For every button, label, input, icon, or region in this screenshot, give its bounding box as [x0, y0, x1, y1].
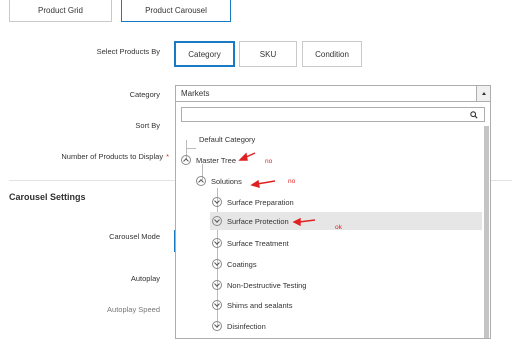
annotation-arrowhead [292, 217, 301, 227]
annotation-arrows [238, 152, 316, 227]
annotation-note: ok [335, 224, 342, 231]
annotation-note: no [288, 178, 296, 185]
annotation-arrow [298, 219, 316, 223]
annotation-arrowhead [250, 179, 260, 188]
annotation-arrowhead [238, 152, 248, 161]
annotation-note: no [265, 158, 273, 165]
annotation-arrow [256, 180, 276, 185]
